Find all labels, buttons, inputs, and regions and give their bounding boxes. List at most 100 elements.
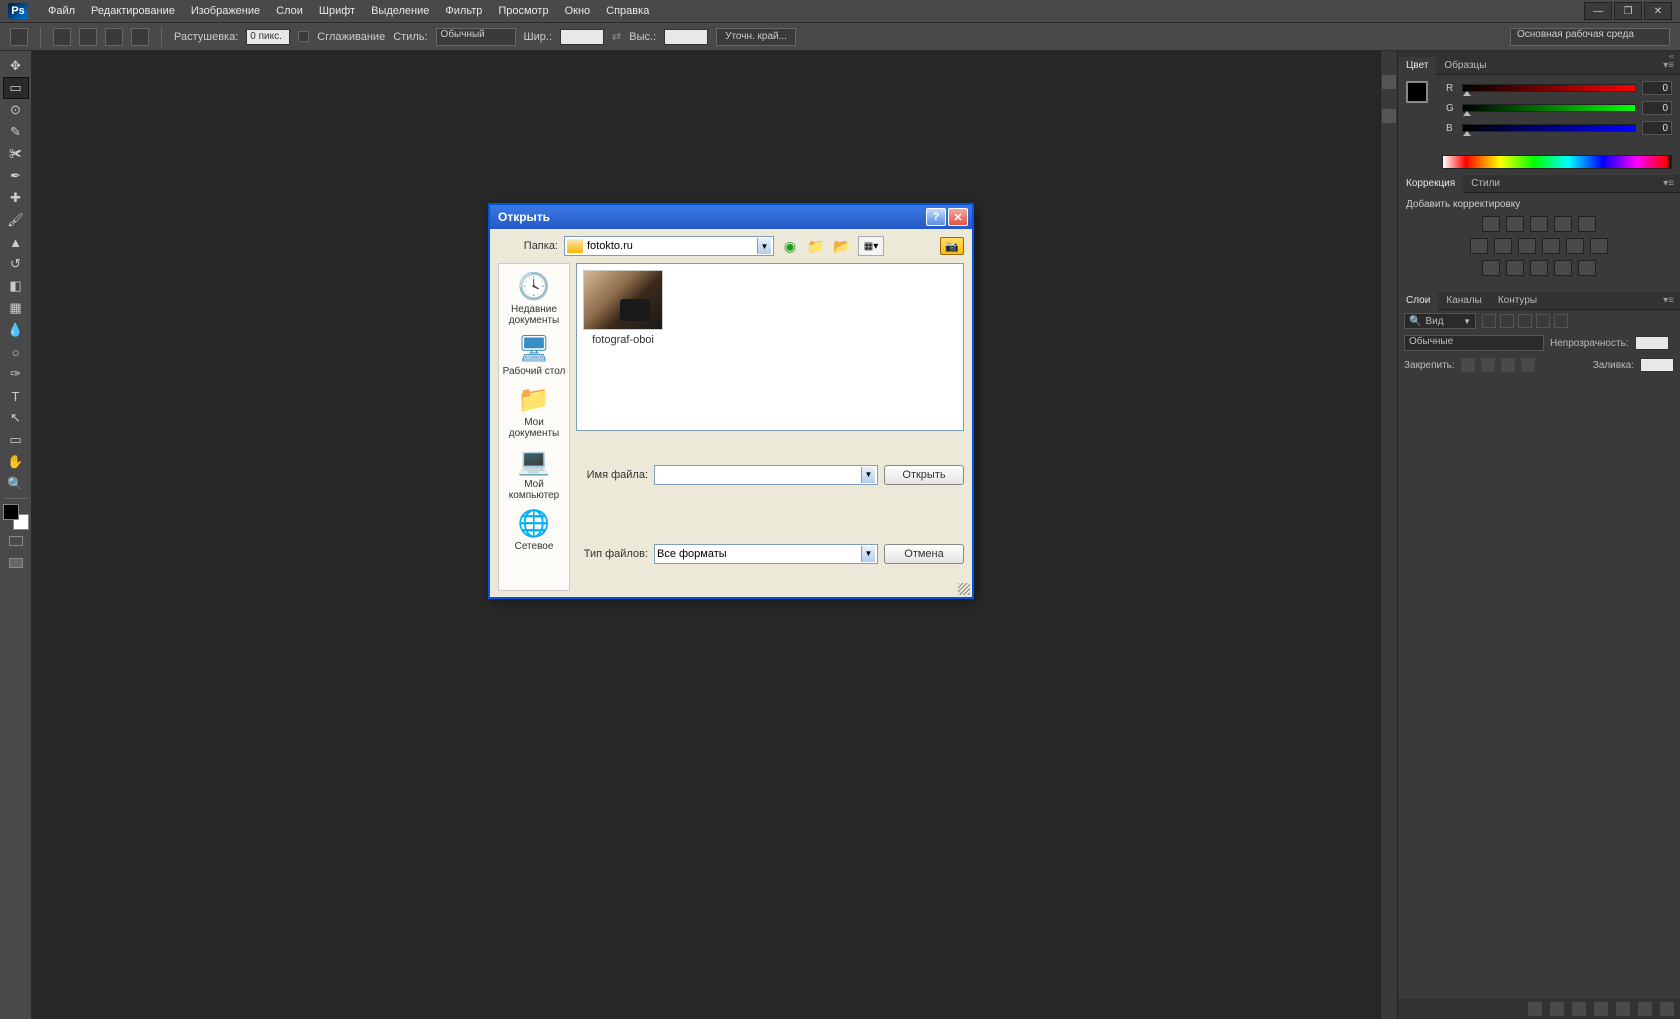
crop-tool[interactable]: ✀ — [3, 143, 29, 165]
lock-transparency-icon[interactable] — [1461, 358, 1475, 372]
new-adjustment-icon[interactable] — [1616, 1002, 1630, 1016]
color-fg-swatch[interactable] — [1406, 81, 1428, 103]
quick-selection-tool[interactable]: ✎ — [3, 121, 29, 143]
slider-r-input[interactable] — [1642, 81, 1672, 95]
lock-image-icon[interactable] — [1481, 358, 1495, 372]
open-button[interactable]: Открыть — [884, 465, 964, 485]
menu-image[interactable]: Изображение — [183, 5, 268, 17]
bridge-icon[interactable]: 📷 — [940, 237, 964, 255]
style-select[interactable]: Обычный — [436, 28, 516, 46]
maximize-button[interactable]: ❐ — [1614, 2, 1642, 20]
menu-help[interactable]: Справка — [598, 5, 657, 17]
lasso-tool[interactable]: ⊙ — [3, 99, 29, 121]
menu-window[interactable]: Окно — [557, 5, 599, 17]
adj-posterize-icon[interactable] — [1506, 260, 1524, 276]
place-network[interactable]: 🌐 Сетевое — [500, 505, 568, 554]
filter-pixel-icon[interactable] — [1482, 314, 1496, 328]
dialog-help-button[interactable]: ? — [926, 208, 946, 226]
healing-tool[interactable]: ✚ — [3, 187, 29, 209]
layers-list[interactable] — [1398, 376, 1680, 999]
adj-bw-icon[interactable] — [1518, 238, 1536, 254]
cancel-button[interactable]: Отмена — [884, 544, 964, 564]
selection-add-icon[interactable] — [79, 28, 97, 46]
dodge-tool[interactable]: ○ — [3, 341, 29, 363]
layers-filter-select[interactable]: 🔍 Вид ▼ — [1404, 313, 1476, 329]
adj-gradientmap-icon[interactable] — [1554, 260, 1572, 276]
nav-up-icon[interactable]: 📁 — [806, 236, 826, 256]
tool-preset-icon[interactable] — [10, 28, 28, 46]
place-recent[interactable]: 🕓 Недавние документы — [500, 268, 568, 328]
folder-dropdown-icon[interactable]: ▼ — [757, 238, 771, 254]
blend-mode-select[interactable]: Обычные — [1404, 335, 1544, 351]
tab-adjustments[interactable]: Коррекция — [1398, 175, 1463, 193]
opacity-input[interactable] — [1635, 336, 1669, 350]
filter-adjustment-icon[interactable] — [1500, 314, 1514, 328]
collapsed-panel-icon[interactable] — [1382, 109, 1396, 123]
tab-color[interactable]: Цвет — [1398, 57, 1436, 75]
gradient-tool[interactable]: ▦ — [3, 297, 29, 319]
fill-input[interactable] — [1640, 358, 1674, 372]
resize-grip[interactable] — [958, 583, 970, 595]
adj-photofilter-icon[interactable] — [1542, 238, 1560, 254]
new-group-icon[interactable] — [1594, 1002, 1608, 1016]
slider-r[interactable] — [1462, 84, 1636, 92]
nav-newfolder-icon[interactable]: 📂 — [832, 236, 852, 256]
menu-type[interactable]: Шрифт — [311, 5, 363, 17]
adj-threshold-icon[interactable] — [1530, 260, 1548, 276]
menu-view[interactable]: Просмотр — [490, 5, 556, 17]
blur-tool[interactable]: 💧 — [3, 319, 29, 341]
selection-new-icon[interactable] — [53, 28, 71, 46]
pen-tool[interactable]: ✑ — [3, 363, 29, 385]
tab-paths[interactable]: Контуры — [1490, 292, 1545, 310]
adj-selectivecolor-icon[interactable] — [1578, 260, 1596, 276]
adj-brightness-icon[interactable] — [1482, 216, 1500, 232]
filter-smartobj-icon[interactable] — [1554, 314, 1568, 328]
dialog-titlebar[interactable]: Открыть ? ✕ — [490, 205, 972, 229]
screen-mode-toggle[interactable] — [3, 552, 29, 574]
place-desktop[interactable]: 🖥 Рабочий стол — [500, 330, 568, 379]
lock-all-icon[interactable] — [1521, 358, 1535, 372]
height-input[interactable] — [664, 29, 708, 45]
minimize-button[interactable]: — — [1584, 2, 1612, 20]
feather-input[interactable] — [246, 29, 290, 45]
hand-tool[interactable]: ✋ — [3, 451, 29, 473]
slider-g[interactable] — [1462, 104, 1636, 112]
filename-input[interactable]: ▼ — [654, 465, 878, 485]
move-tool[interactable]: ✥ — [3, 55, 29, 77]
place-mydocs[interactable]: 📁 Мои документы — [500, 381, 568, 441]
adj-colorbalance-icon[interactable] — [1494, 238, 1512, 254]
lock-position-icon[interactable] — [1501, 358, 1515, 372]
selection-subtract-icon[interactable] — [105, 28, 123, 46]
panel-menu-icon[interactable]: ▾≡ — [1657, 295, 1680, 306]
adj-levels-icon[interactable] — [1506, 216, 1524, 232]
place-mycomputer[interactable]: 💻 Мой компьютер — [500, 443, 568, 503]
adj-invert-icon[interactable] — [1482, 260, 1500, 276]
file-item[interactable]: fotograf-oboi — [583, 270, 663, 346]
history-brush-tool[interactable]: ↺ — [3, 253, 29, 275]
refine-edge-button[interactable]: Уточн. край... — [716, 28, 796, 46]
collapsed-panel-icon[interactable] — [1382, 75, 1396, 89]
zoom-tool[interactable]: 🔍 — [3, 473, 29, 495]
adj-colorlookup-icon[interactable] — [1590, 238, 1608, 254]
tab-layers[interactable]: Слои — [1398, 292, 1438, 310]
menu-filter[interactable]: Фильтр — [437, 5, 490, 17]
adj-curves-icon[interactable] — [1530, 216, 1548, 232]
eyedropper-tool[interactable]: ✒ — [3, 165, 29, 187]
tab-styles[interactable]: Стили — [1463, 175, 1508, 193]
menu-edit[interactable]: Редактирование — [83, 5, 183, 17]
layer-fx-icon[interactable] — [1550, 1002, 1564, 1016]
adj-channelmixer-icon[interactable] — [1566, 238, 1584, 254]
close-button[interactable]: ✕ — [1644, 2, 1672, 20]
color-ramp[interactable] — [1442, 155, 1672, 169]
filetype-dropdown-icon[interactable]: ▼ — [861, 546, 875, 562]
quick-mask-toggle[interactable] — [3, 530, 29, 552]
path-selection-tool[interactable]: ↖ — [3, 407, 29, 429]
adj-vibrance-icon[interactable] — [1578, 216, 1596, 232]
adj-hue-icon[interactable] — [1470, 238, 1488, 254]
adj-exposure-icon[interactable] — [1554, 216, 1572, 232]
foreground-color-swatch[interactable] — [3, 504, 19, 520]
file-list[interactable]: fotograf-oboi — [576, 263, 964, 431]
antialias-checkbox[interactable] — [298, 31, 309, 42]
new-layer-icon[interactable] — [1638, 1002, 1652, 1016]
dialog-close-button[interactable]: ✕ — [948, 208, 968, 226]
